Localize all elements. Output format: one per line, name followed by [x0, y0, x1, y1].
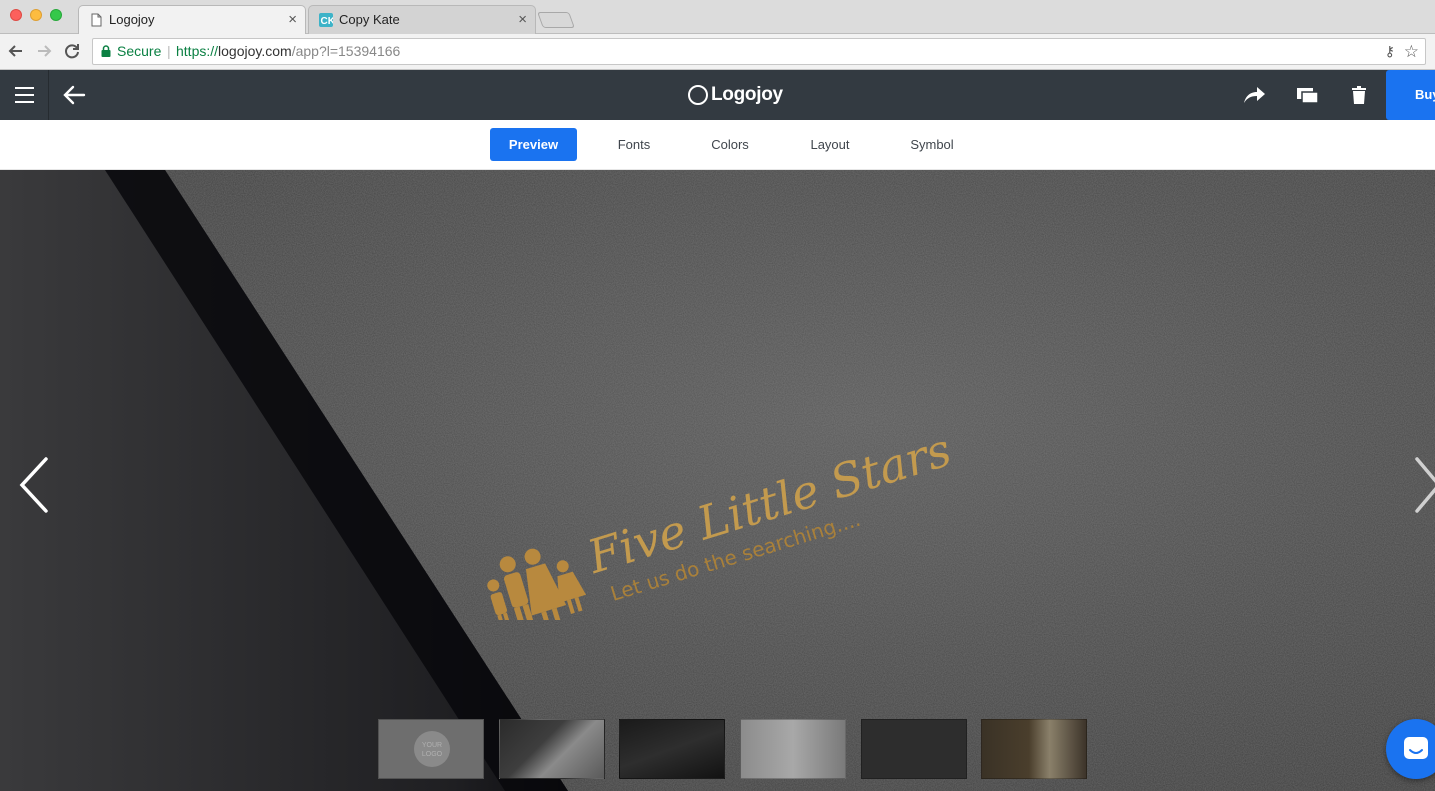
- tab-symbol[interactable]: Symbol: [898, 128, 966, 161]
- browser-tab-copy-kate[interactable]: CK Copy Kate ×: [308, 5, 536, 35]
- url-path: /app?l=15394166: [291, 43, 401, 59]
- buy-button[interactable]: Buy: [1386, 70, 1435, 120]
- browser-tabstrip: Logojoy × CK Copy Kate ×: [0, 0, 1435, 35]
- back-arrow-icon[interactable]: [58, 82, 90, 108]
- tab-title: Copy Kate: [339, 12, 400, 27]
- window-close-button[interactable]: [10, 9, 22, 21]
- address-bar[interactable]: Secure | https://logojoy.com/app?l=15394…: [92, 38, 1426, 65]
- lock-icon: [101, 45, 111, 57]
- thumbnail-plain[interactable]: YOUR LOGO: [378, 719, 484, 779]
- address-separator: |: [167, 43, 171, 59]
- thumbnail-phone-earbuds[interactable]: [861, 719, 967, 779]
- window-zoom-button[interactable]: [50, 9, 62, 21]
- url-text: https://logojoy.com/app?l=15394166: [176, 39, 400, 64]
- brand-logo: Logojoy: [688, 82, 783, 108]
- duplicate-icon[interactable]: [1295, 83, 1321, 107]
- back-icon[interactable]: [5, 40, 27, 62]
- menu-icon[interactable]: [0, 70, 49, 120]
- window-minimize-button[interactable]: [30, 9, 42, 21]
- mockup-logo: Five Little Stars Let us do the searchin…: [487, 422, 958, 620]
- forward-icon[interactable]: [33, 40, 55, 62]
- next-mockup-arrow[interactable]: [1413, 455, 1435, 515]
- browser-tab-logojoy[interactable]: Logojoy ×: [78, 5, 306, 35]
- thumbnail-notebook[interactable]: [981, 719, 1087, 779]
- page-icon: [91, 13, 102, 27]
- editor-tabs: Preview Fonts Colors Layout Symbol: [0, 120, 1435, 170]
- app-header: Logojoy: [0, 70, 1435, 120]
- tab-title: Logojoy: [109, 12, 155, 27]
- brand-name: Logojoy: [711, 84, 783, 105]
- url-host: logojoy.com: [218, 43, 292, 59]
- tab-colors[interactable]: Colors: [696, 128, 764, 161]
- new-tab-button[interactable]: [537, 12, 575, 28]
- tab-layout[interactable]: Layout: [796, 128, 864, 161]
- thumbnail-dark-paper[interactable]: [619, 719, 725, 779]
- url-scheme: https://: [176, 43, 219, 59]
- star-icon[interactable]: ☆: [1404, 39, 1419, 64]
- mockup-logo-title: Five Little Stars: [581, 422, 958, 584]
- thumbnail-tshirt[interactable]: [740, 719, 846, 779]
- tab-preview[interactable]: Preview: [490, 128, 577, 161]
- key-icon[interactable]: ⚷: [1385, 39, 1395, 64]
- close-tab-icon[interactable]: ×: [288, 6, 297, 34]
- brand-ring-icon: [688, 85, 708, 105]
- trash-icon[interactable]: [1347, 83, 1373, 107]
- tab-fonts[interactable]: Fonts: [600, 128, 668, 161]
- share-icon[interactable]: [1241, 83, 1267, 107]
- browser-toolbar: Secure | https://logojoy.com/app?l=15394…: [0, 34, 1435, 70]
- chat-icon: [1404, 737, 1428, 759]
- thumbnail-business-cards[interactable]: [499, 719, 605, 779]
- reload-icon[interactable]: [61, 40, 83, 62]
- svg-text:CK: CK: [321, 16, 334, 27]
- close-tab-icon[interactable]: ×: [518, 6, 527, 34]
- copykate-icon: CK: [319, 13, 333, 27]
- secure-label: Secure: [117, 43, 162, 59]
- previous-mockup-arrow[interactable]: [16, 455, 50, 515]
- thumbnail-your-logo: YOUR LOGO: [414, 731, 450, 767]
- family-symbol-icon: [487, 548, 587, 620]
- logo-mockup-preview: Five Little Stars Let us do the searchin…: [0, 170, 1435, 791]
